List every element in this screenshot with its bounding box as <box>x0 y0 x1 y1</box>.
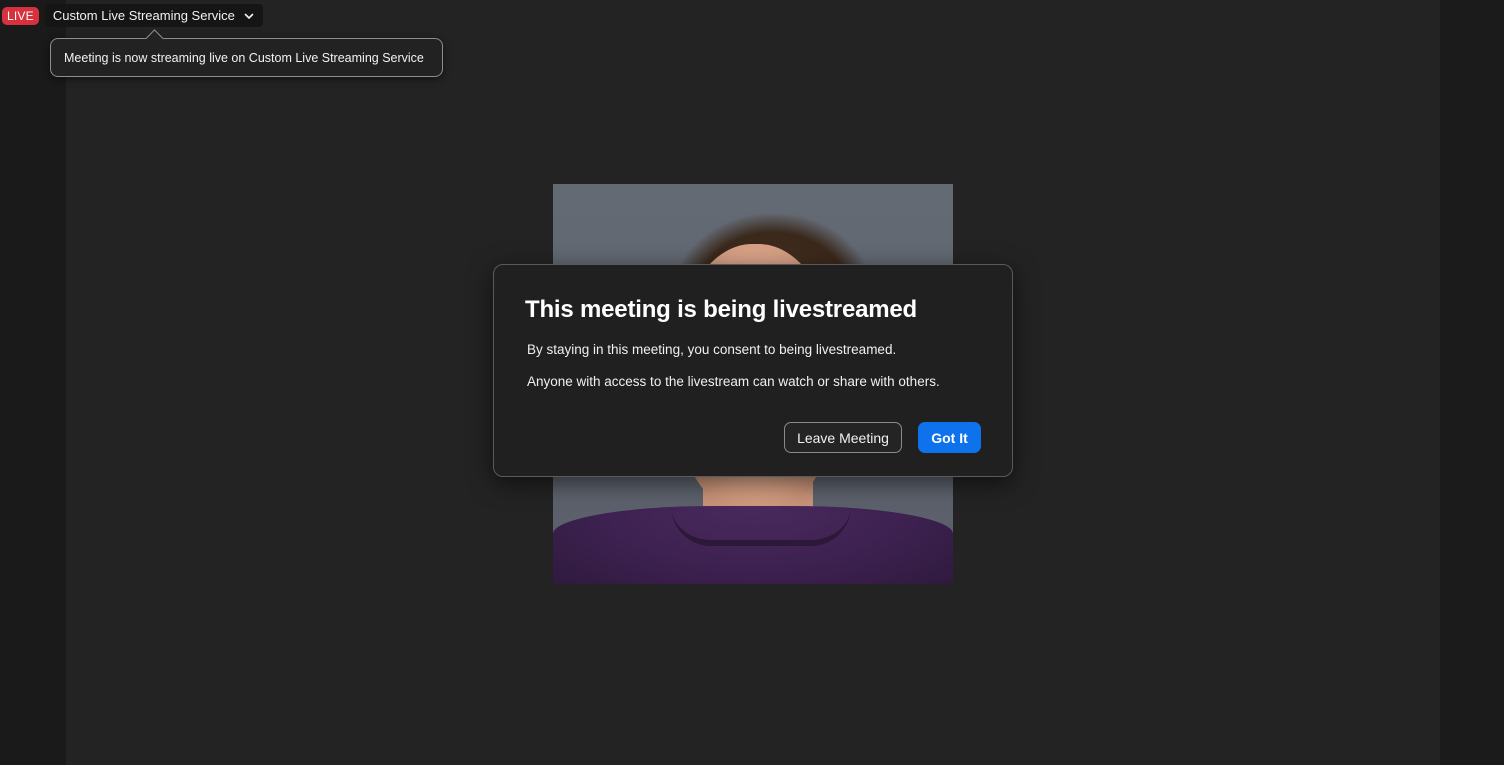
meeting-window: LIVE Custom Live Streaming Service Meeti… <box>0 0 1504 765</box>
streaming-tooltip: Meeting is now streaming live on Custom … <box>50 38 443 77</box>
right-edge-panel <box>1440 0 1504 765</box>
livestream-consent-dialog: This meeting is being livestreamed By st… <box>493 264 1013 477</box>
got-it-button[interactable]: Got It <box>918 422 981 453</box>
live-status-bar: LIVE Custom Live Streaming Service <box>2 4 263 27</box>
streaming-service-dropdown[interactable]: Custom Live Streaming Service <box>44 4 263 27</box>
dialog-access-text: Anyone with access to the livestream can… <box>527 374 940 389</box>
dialog-title: This meeting is being livestreamed <box>525 296 917 323</box>
tooltip-text: Meeting is now streaming live on Custom … <box>64 50 424 65</box>
streaming-service-label: Custom Live Streaming Service <box>52 8 235 23</box>
chevron-down-icon <box>244 13 254 19</box>
dialog-consent-text: By staying in this meeting, you consent … <box>527 342 897 357</box>
live-badge: LIVE <box>2 6 39 25</box>
leave-meeting-button[interactable]: Leave Meeting <box>784 422 902 453</box>
participant-collar <box>671 506 851 546</box>
